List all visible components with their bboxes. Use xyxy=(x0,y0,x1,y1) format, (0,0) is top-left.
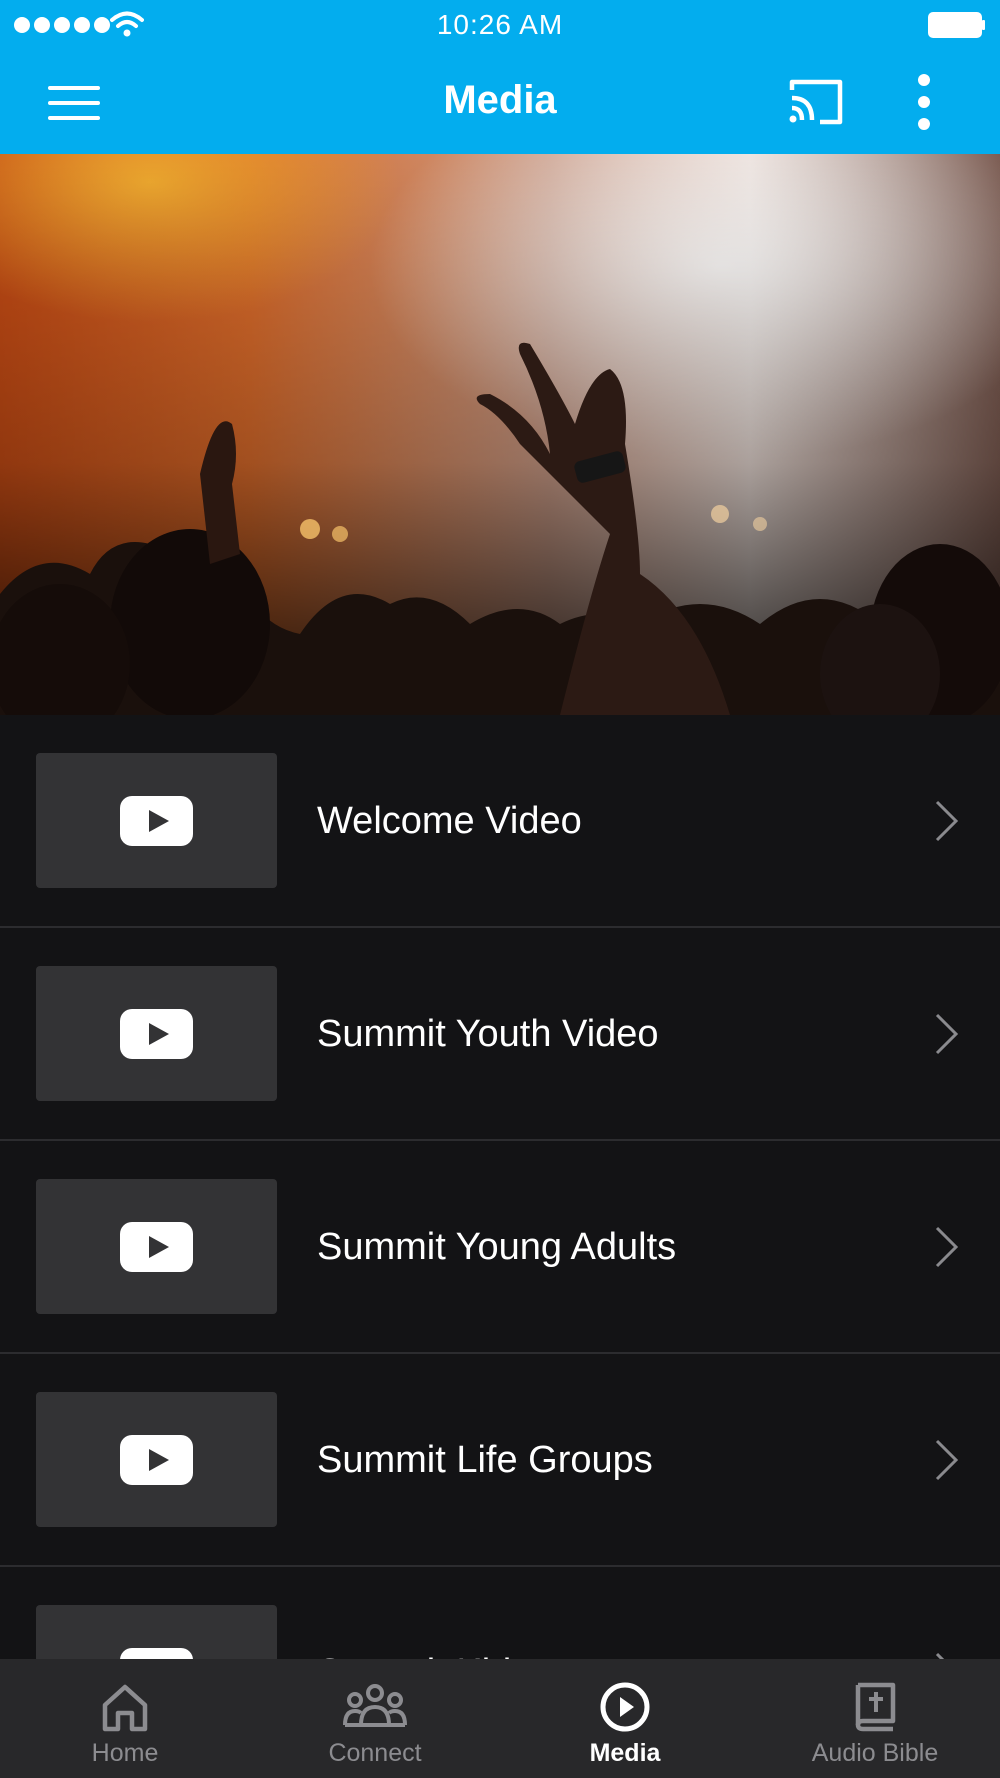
list-item[interactable]: Welcome Video xyxy=(0,715,1000,928)
home-icon xyxy=(102,1684,148,1732)
nav-label: Media xyxy=(589,1739,661,1767)
chevron-right-icon xyxy=(935,1652,945,1659)
list-item[interactable]: Summit Youth Video xyxy=(0,928,1000,1141)
group-icon xyxy=(343,1684,407,1727)
list-item-label: Summit Kids xyxy=(317,1651,530,1659)
video-thumbnail xyxy=(36,753,277,888)
nav-item-connect[interactable]: Connect xyxy=(250,1659,500,1778)
youtube-play-icon xyxy=(120,1009,193,1059)
video-thumbnail xyxy=(36,1605,277,1659)
nav-label: Connect xyxy=(328,1739,422,1767)
cast-icon[interactable] xyxy=(786,76,846,128)
nav-item-audio-bible[interactable]: Audio Bible xyxy=(750,1659,1000,1778)
chevron-right-icon xyxy=(935,1226,959,1268)
video-thumbnail xyxy=(36,966,277,1101)
play-circle-icon xyxy=(600,1682,650,1732)
page-title: Media xyxy=(443,78,557,122)
list-item[interactable]: Summit Life Groups xyxy=(0,1354,1000,1567)
top-bar: 10:26 AM Media xyxy=(0,0,1000,154)
status-time: 10:26 AM xyxy=(436,9,564,40)
bottom-nav: Home Connect Media Audio Bible xyxy=(0,1659,1000,1778)
list-item-label: Summit Young Adults xyxy=(317,1226,677,1268)
video-thumbnail xyxy=(36,1179,277,1314)
media-list: Welcome Video Summit Youth Video Summit … xyxy=(0,715,1000,1659)
more-vertical-icon[interactable] xyxy=(906,74,942,132)
list-item-label: Summit Life Groups xyxy=(317,1439,653,1481)
chevron-right-icon xyxy=(935,800,959,842)
nav-item-home[interactable]: Home xyxy=(0,1659,250,1778)
list-item[interactable]: Summit Kids xyxy=(0,1567,1000,1659)
youtube-play-icon xyxy=(120,796,193,846)
battery-icon xyxy=(928,12,985,38)
bible-icon xyxy=(855,1682,896,1732)
hero-image xyxy=(0,154,1000,715)
nav-item-media[interactable]: Media xyxy=(500,1659,750,1778)
app-bar: Media xyxy=(0,52,1000,154)
list-item-label: Summit Youth Video xyxy=(317,1013,659,1055)
youtube-play-icon xyxy=(120,1222,193,1272)
status-bar: 10:26 AM xyxy=(0,0,1000,52)
list-item[interactable]: Summit Young Adults xyxy=(0,1141,1000,1354)
chevron-right-icon xyxy=(935,1439,959,1481)
chevron-right-icon xyxy=(935,1013,959,1055)
youtube-play-icon xyxy=(120,1648,193,1659)
youtube-play-icon xyxy=(120,1435,193,1485)
nav-label: Home xyxy=(91,1739,159,1767)
video-thumbnail xyxy=(36,1392,277,1527)
nav-label: Audio Bible xyxy=(811,1739,939,1767)
list-item-label: Welcome Video xyxy=(317,800,582,842)
